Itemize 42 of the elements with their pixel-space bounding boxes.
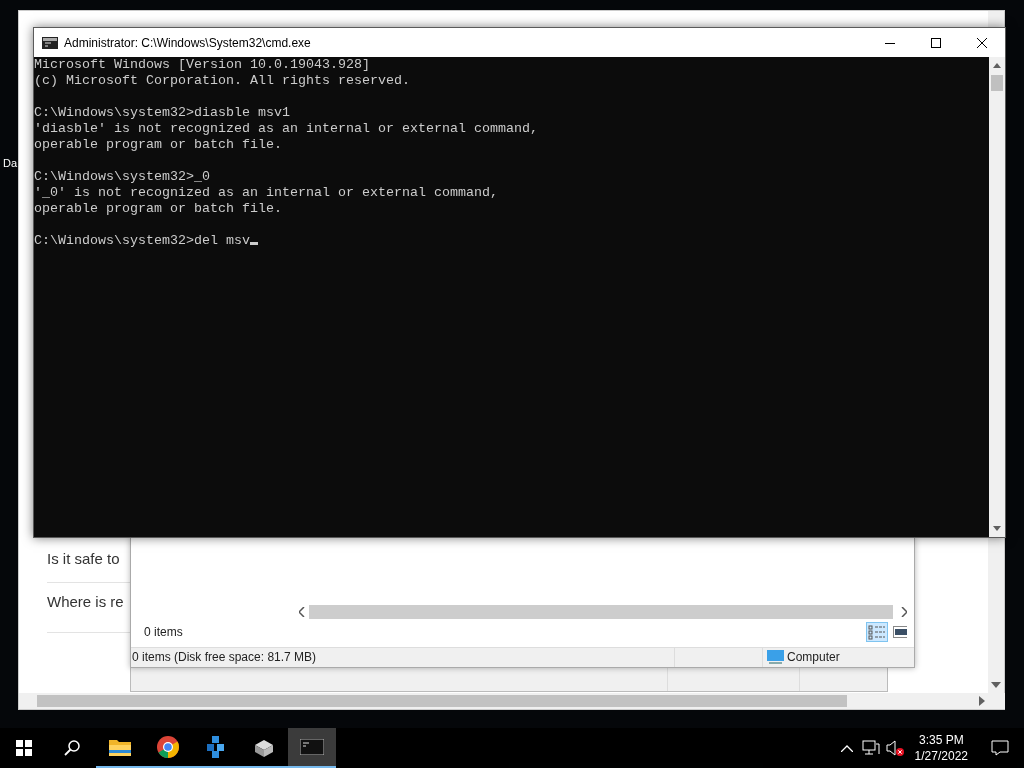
scrollbar-thumb[interactable] (991, 75, 1003, 91)
console-line: '_0' is not recognized as an internal or external command, (34, 185, 498, 200)
window-title: Administrator: C:\Windows\System32\cmd.exe (64, 35, 312, 50)
console-line: (c) Microsoft Corporation. All rights reserved. (34, 73, 410, 88)
folder-icon (109, 738, 131, 756)
article-question[interactable]: Where is re (47, 593, 124, 610)
time-label: 3:35 PM (918, 732, 964, 748)
item-count: 0 items (144, 625, 183, 639)
cubes-icon (206, 736, 226, 758)
windows-logo-icon (16, 740, 32, 756)
vertical-scrollbar[interactable] (989, 57, 1005, 537)
article-question[interactable]: Is it safe to (47, 550, 120, 567)
taskbar-app-button[interactable] (288, 728, 336, 768)
console-line: operable program or batch file. (34, 201, 282, 216)
computer-icon (767, 650, 784, 665)
caret-up-icon (840, 744, 853, 752)
date-label: 1/27/2022 (914, 748, 968, 764)
close-icon (977, 37, 987, 48)
search-icon (64, 740, 80, 756)
clock[interactable]: 3:35 PM 1/27/2022 (906, 732, 976, 764)
scroll-up-arrow-icon[interactable] (993, 63, 1001, 68)
scroll-down-arrow-icon[interactable] (991, 682, 1001, 688)
console-line: C:\Windows\system32>del msv (34, 233, 250, 248)
horizontal-scrollbar[interactable] (309, 605, 893, 619)
status-text: 0 items (Disk free space: 81.7 MB) (132, 650, 317, 664)
scroll-down-arrow-icon[interactable] (993, 526, 1001, 531)
console-line: Microsoft Windows [Version 10.0.19043.928] (34, 57, 370, 72)
horizontal-scrollbar[interactable] (19, 693, 1005, 709)
desktop-icon-label[interactable]: Da (3, 157, 18, 169)
console-icon (42, 36, 58, 49)
console-line: 'diasble' is not recognized as an internal or external command, (34, 121, 538, 136)
location-label: Computer (787, 650, 840, 664)
speech-bubble-icon (991, 740, 1009, 756)
console-line: operable program or batch file. (34, 137, 282, 152)
scroll-right-arrow-icon[interactable] (979, 696, 985, 706)
chrome-icon (157, 736, 179, 758)
console-line: C:\Windows\system32>diasble msv1 (34, 105, 290, 120)
drive-icon (253, 737, 275, 757)
scrollbar-thumb[interactable] (37, 695, 847, 707)
console-line: C:\Windows\system32>_0 (34, 169, 210, 184)
console-icon (300, 739, 324, 755)
maximize-icon (931, 37, 941, 48)
